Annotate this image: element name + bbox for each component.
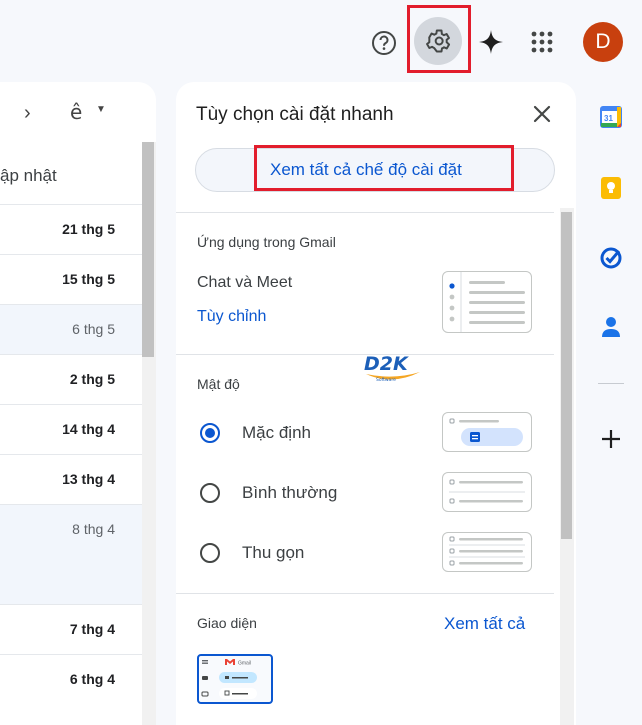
density-default-preview	[442, 412, 532, 452]
density-compact-illustration	[449, 536, 525, 566]
theme-see-all-link[interactable]: Xem tất cả	[444, 614, 525, 634]
sort-label: ập nhật	[0, 166, 57, 185]
mail-date: 6 thg 5	[72, 321, 115, 337]
mail-row[interactable]: 2 thg 5	[0, 354, 142, 404]
density-compact-label[interactable]: Thu gọn	[242, 543, 304, 563]
theme-thumbnail-illustration: Gmail	[201, 659, 257, 699]
mail-row[interactable]: 14 thg 4	[0, 404, 142, 454]
close-icon	[533, 105, 551, 123]
mail-row[interactable]: 13 thg 4	[0, 454, 142, 504]
density-default-radio[interactable]	[200, 423, 220, 443]
density-comfortable-illustration	[449, 479, 525, 504]
apps-preview-illustration	[449, 272, 525, 332]
calendar-icon: 31	[600, 106, 622, 128]
d2k-logo: D2K Software	[362, 350, 422, 386]
settings-highlight-box	[407, 5, 471, 73]
top-bar: D	[0, 0, 642, 82]
account-avatar[interactable]: D	[583, 22, 623, 62]
chat-meet-label: Chat và Meet	[197, 274, 293, 291]
mail-date: 15 thg 5	[62, 271, 115, 287]
side-app-rail: 31	[586, 96, 636, 496]
help-button[interactable]	[366, 25, 402, 61]
d2k-logo-image: D2K Software	[364, 353, 420, 383]
add-icon	[602, 430, 620, 448]
mail-row[interactable]: 15 thg 5	[0, 254, 142, 304]
density-default-illustration	[449, 418, 523, 446]
mail-date: 13 thg 4	[62, 471, 115, 487]
sparkle-icon	[479, 30, 503, 54]
tasks-app-button[interactable]	[598, 245, 624, 271]
mail-row[interactable]: 6 thg 5	[0, 304, 142, 354]
mail-date: 2 thg 5	[69, 371, 115, 387]
divider	[176, 593, 554, 594]
mail-row[interactable]: 8 thg 4	[0, 504, 142, 604]
apps-section-title: Ứng dụng trong Gmail	[197, 234, 336, 250]
mail-row[interactable]: 21 thg 5	[0, 204, 142, 254]
help-icon	[372, 31, 396, 55]
keep-icon	[601, 177, 621, 199]
theme-thumb-label: Gmail	[238, 661, 251, 667]
see-all-highlight-box	[254, 145, 514, 191]
tasks-icon	[600, 247, 622, 269]
mail-date: 6 thg 4	[69, 671, 115, 687]
svg-text:D2K: D2K	[364, 353, 409, 375]
density-compact-preview	[442, 532, 532, 572]
panel-title: Tùy chọn cài đặt nhanh	[196, 104, 394, 125]
close-button[interactable]	[528, 100, 556, 128]
mail-date: 8 thg 4	[72, 521, 115, 537]
density-comfortable-label[interactable]: Bình thường	[242, 483, 337, 503]
density-comfortable-preview	[442, 472, 532, 512]
density-comfortable-radio[interactable]	[200, 483, 220, 503]
mail-list-panel: › ê ▼ ập nhật 21 thg 5 15 thg 5 6 thg 5 2 t…	[0, 82, 156, 725]
apps-button[interactable]	[527, 27, 557, 57]
gemini-button[interactable]	[476, 27, 506, 57]
density-default-label[interactable]: Mặc định	[242, 423, 311, 443]
input-tools-icon[interactable]: ê	[70, 100, 82, 124]
apps-grid-icon	[531, 31, 553, 53]
density-compact-radio[interactable]	[200, 543, 220, 563]
customize-link[interactable]: Tùy chỉnh	[197, 308, 266, 326]
quick-settings-panel: Tùy chọn cài đặt nhanh Xem tất cả chế độ…	[176, 82, 576, 725]
density-section-title: Mật độ	[197, 376, 240, 392]
keep-app-button[interactable]	[598, 175, 624, 201]
contacts-icon	[602, 317, 620, 337]
mail-date: 7 thg 4	[69, 621, 115, 637]
settings-scrollbar-thumb[interactable]	[561, 212, 572, 539]
mail-scrollbar-thumb[interactable]	[142, 142, 154, 357]
calendar-app-button[interactable]: 31	[598, 104, 624, 130]
apps-preview	[442, 271, 532, 333]
mail-date: 14 thg 4	[62, 421, 115, 437]
contacts-app-button[interactable]	[598, 314, 624, 340]
mail-toolbar: › ê ▼	[0, 82, 156, 142]
mail-date: 21 thg 5	[62, 221, 115, 237]
rail-divider	[598, 383, 624, 384]
mail-row[interactable]: 7 thg 4	[0, 604, 142, 654]
mail-row[interactable]: 6 thg 4	[0, 654, 142, 704]
divider	[176, 212, 554, 213]
theme-section-title: Giao diện	[197, 615, 257, 631]
chevron-down-icon[interactable]: ▼	[96, 104, 106, 115]
svg-text:Software: Software	[376, 377, 396, 383]
next-page-icon[interactable]: ›	[24, 102, 31, 125]
theme-thumbnail[interactable]: Gmail	[197, 654, 273, 704]
add-app-button[interactable]	[598, 426, 624, 452]
svg-text:31: 31	[604, 114, 613, 123]
